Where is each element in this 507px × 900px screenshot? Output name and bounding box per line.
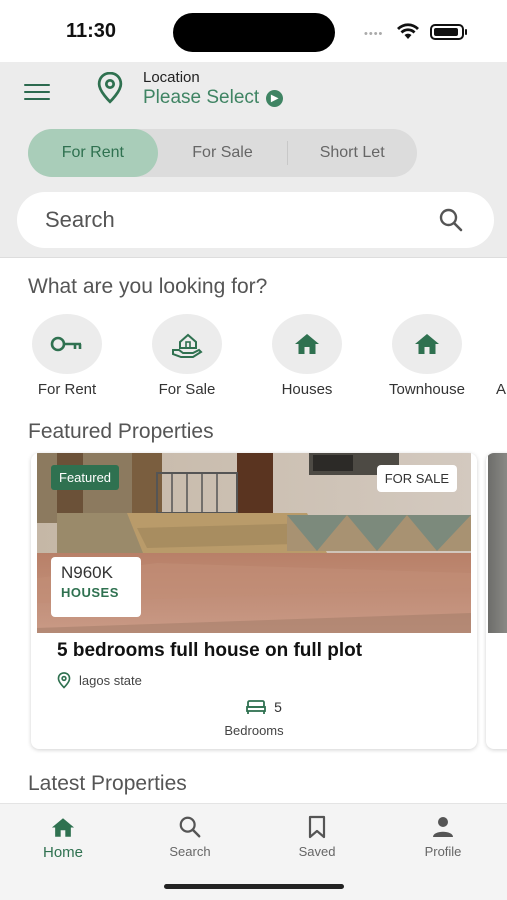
category-for-rent[interactable]: For Rent xyxy=(7,314,127,398)
signal-icon: •••• xyxy=(364,28,384,40)
bedrooms-label: Bedrooms xyxy=(224,723,284,738)
status-badge: FOR SALE xyxy=(376,465,457,492)
featured-badge: Featured xyxy=(51,465,120,490)
category-label: Townhouse xyxy=(389,381,465,398)
category-label: Houses xyxy=(281,381,333,398)
nav-label: Search xyxy=(169,844,211,859)
nav-home[interactable]: Home xyxy=(13,814,113,861)
category-partial[interactable]: A xyxy=(496,314,507,398)
category-houses[interactable]: Houses xyxy=(247,314,367,398)
search-icon[interactable] xyxy=(438,207,464,233)
property-type: HOUSES xyxy=(61,585,119,600)
property-card-next[interactable] xyxy=(486,453,507,749)
category-townhouse[interactable]: Townhouse xyxy=(367,314,487,398)
dynamic-island xyxy=(173,13,335,52)
latest-title: Latest Properties xyxy=(28,772,187,795)
property-location: lagos state xyxy=(57,672,142,689)
search-bar xyxy=(17,192,494,248)
search-input[interactable] xyxy=(45,192,425,248)
location-label: Location xyxy=(143,69,200,86)
wifi-icon xyxy=(397,23,419,39)
featured-title: Featured Properties xyxy=(28,420,214,443)
home-icon xyxy=(295,334,319,354)
property-card[interactable]: Featured FOR SALE N960K HOUSES 5 bedroom… xyxy=(31,453,477,749)
category-label: For Rent xyxy=(37,381,97,398)
property-location-text: lagos state xyxy=(79,673,142,688)
bed-icon xyxy=(246,700,266,714)
nav-search[interactable]: Search xyxy=(140,814,240,859)
segment-short-let[interactable]: Short Let xyxy=(287,129,417,177)
key-icon xyxy=(50,336,82,352)
menu-icon[interactable] xyxy=(24,84,50,102)
nav-label: Profile xyxy=(424,844,462,859)
battery-icon xyxy=(430,24,467,40)
nav-label: Home xyxy=(42,844,83,861)
nav-label: Saved xyxy=(298,844,336,859)
category-for-sale[interactable]: For Sale xyxy=(127,314,247,398)
home-indicator[interactable] xyxy=(164,884,344,889)
header: Location Please Select ▶ For Rent For Sa… xyxy=(0,62,507,258)
chevron-right-icon: ▶ xyxy=(266,89,284,107)
bedrooms-info: 5 Bedrooms xyxy=(31,699,477,738)
house-hand-icon xyxy=(172,333,203,358)
location-pin-icon xyxy=(57,672,71,689)
home-icon xyxy=(51,817,75,837)
segment-for-rent[interactable]: For Rent xyxy=(28,129,158,177)
category-label: For Sale xyxy=(158,381,216,398)
location-select[interactable]: Please Select ▶ xyxy=(143,87,284,109)
segment-for-sale[interactable]: For Sale xyxy=(158,129,288,177)
person-icon xyxy=(433,817,453,837)
price-box: N960K HOUSES xyxy=(51,557,141,617)
nav-profile[interactable]: Profile xyxy=(393,814,493,859)
home-icon xyxy=(415,334,439,354)
property-photo: Featured FOR SALE N960K HOUSES xyxy=(37,453,471,633)
category-list: For Rent For Sale Houses Townhouse A xyxy=(0,314,507,404)
listing-type-segmented-control: For Rent For Sale Short Let xyxy=(28,129,417,177)
bookmark-icon xyxy=(308,815,326,839)
status-time: 11:30 xyxy=(66,20,117,42)
location-value: Please Select xyxy=(143,87,260,108)
property-price: N960K xyxy=(61,563,113,582)
property-title: 5 bedrooms full house on full plot xyxy=(57,640,363,661)
categories-title: What are you looking for? xyxy=(28,275,268,298)
nav-saved[interactable]: Saved xyxy=(267,814,367,859)
location-pin-icon[interactable] xyxy=(96,72,124,104)
category-label: A xyxy=(496,381,507,398)
bedrooms-count: 5 xyxy=(274,699,282,715)
search-icon xyxy=(179,816,201,838)
status-bar: 11:30 •••• xyxy=(0,0,507,62)
